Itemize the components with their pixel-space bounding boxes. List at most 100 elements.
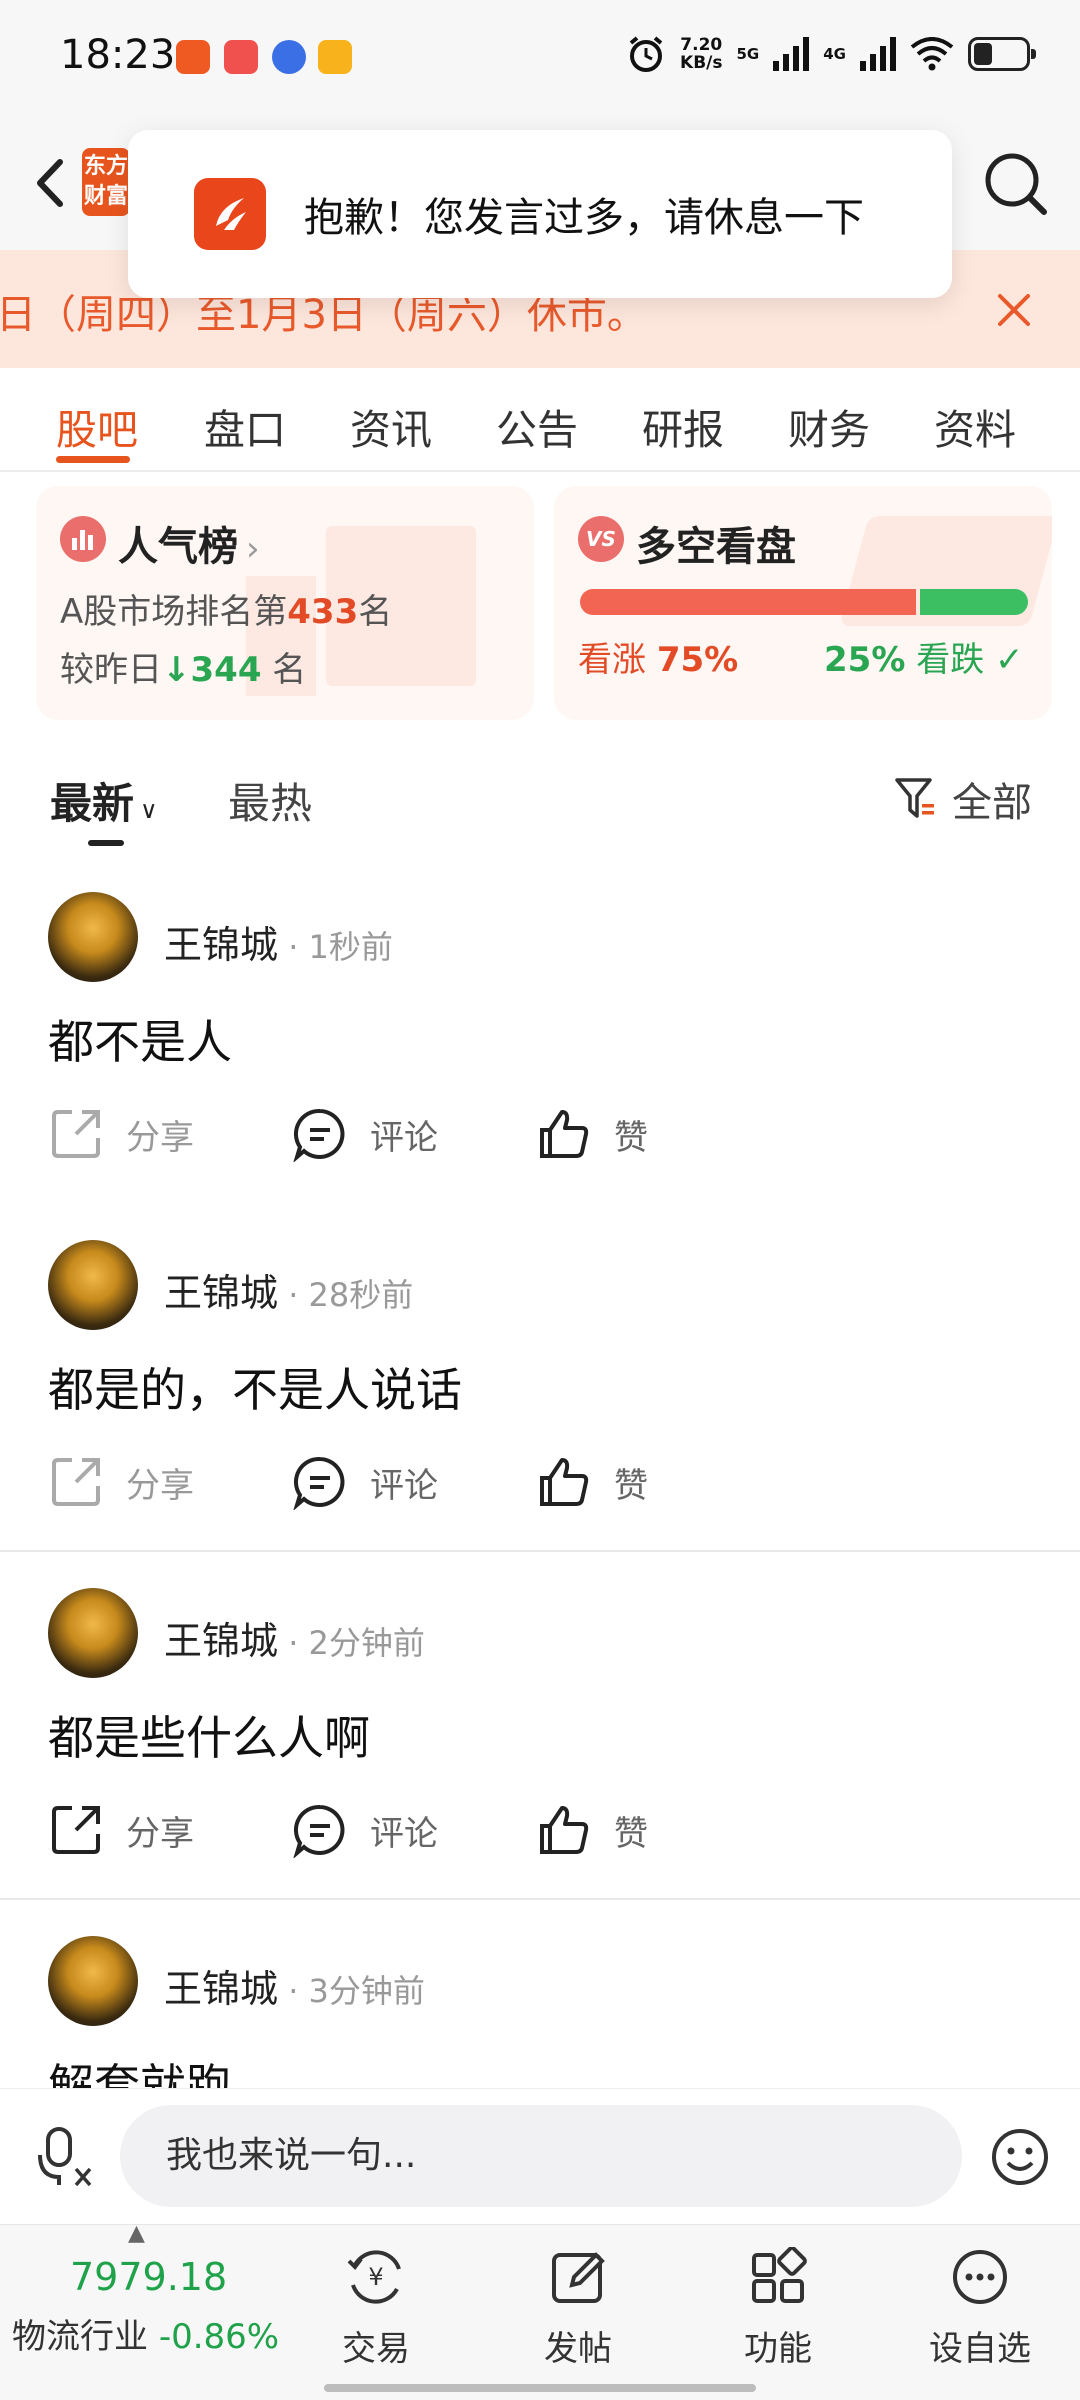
avatar[interactable] — [48, 1240, 138, 1330]
emoji-icon[interactable] — [990, 2127, 1050, 2187]
back-arrow-icon[interactable] — [22, 148, 82, 218]
popularity-card[interactable]: 人气榜 › A股市场排名第433名 较昨日↓344 名 — [36, 486, 534, 720]
tab-finance[interactable]: 财务 — [788, 396, 870, 456]
chevron-down-icon: ∨ — [140, 796, 158, 824]
vs-icon: VS — [578, 516, 624, 562]
share-button[interactable]: 分享 — [48, 1454, 194, 1510]
like-button[interactable]: 赞 — [536, 1802, 648, 1858]
rank-change-line: 较昨日↓344 名 — [60, 650, 307, 690]
status-time: 18:23 — [60, 32, 176, 78]
comment-input[interactable]: 我也来说一句... — [120, 2105, 962, 2207]
post-item[interactable]: 王锦城 · 3分钟前 解套就跑 — [0, 1924, 1080, 2088]
home-indicator[interactable] — [324, 2384, 756, 2392]
post-item[interactable]: 王锦城 · 28秒前 都是的，不是人说话 分享 评论 赞 — [0, 1228, 1080, 1548]
alarm-icon — [629, 36, 663, 72]
market-rank-line: A股市场排名第433名 — [60, 592, 393, 632]
app-notification-icon — [224, 40, 258, 74]
post-item[interactable]: 王锦城 · 2分钟前 都是些什么人啊 分享 评论 赞 — [0, 1576, 1080, 1896]
sort-newest[interactable]: 最新 ∨ — [50, 770, 158, 831]
post-author[interactable]: 王锦城 · 1秒前 — [164, 914, 393, 969]
tab-announcements[interactable]: 公告 — [496, 396, 578, 456]
rank-change-value: 344 — [190, 650, 262, 690]
bullish-bar — [580, 589, 916, 615]
toast-message: 抱歉！您发言过多，请休息一下 — [304, 195, 864, 241]
section-tabs: 股吧 盘口 资讯 公告 研报 财务 资料 — [0, 368, 1080, 472]
active-tab-indicator — [56, 456, 130, 463]
filter-icon — [895, 778, 934, 818]
comment-button[interactable]: 评论 — [292, 1106, 438, 1162]
avatar[interactable] — [48, 1936, 138, 2026]
ranking-icon — [60, 516, 106, 562]
post-item[interactable]: 王锦城 · 1秒前 都不是人 分享 评论 赞 — [0, 880, 1080, 1200]
avatar[interactable] — [48, 892, 138, 982]
like-button[interactable]: 赞 — [536, 1454, 648, 1510]
battery-icon — [968, 37, 1036, 71]
comment-icon — [293, 1108, 345, 1162]
compose-icon — [552, 2252, 605, 2303]
baidu-notification-icon — [272, 40, 306, 74]
nav-post[interactable]: 发帖 — [508, 2247, 648, 2370]
thumbs-up-icon — [540, 1806, 589, 1854]
industry-change: 物流行业 -0.86% — [12, 2317, 280, 2357]
post-actions: 分享 评论 赞 — [48, 1106, 748, 1176]
tab-guba[interactable]: 股吧 — [56, 396, 138, 456]
nav-trade[interactable]: ¥ 交易 — [306, 2247, 446, 2370]
post-content[interactable]: 都是的，不是人说话 — [48, 1354, 462, 1420]
share-button[interactable]: 分享 — [48, 1106, 194, 1162]
tab-profile[interactable]: 资料 — [934, 396, 1016, 456]
voice-input-icon[interactable] — [36, 2125, 96, 2189]
arrow-down-icon: ↓ — [162, 650, 191, 690]
bearish-label: 25% 看跌 ✓ — [824, 640, 1024, 680]
post-author[interactable]: 王锦城 · 28秒前 — [164, 1262, 413, 1317]
post-content[interactable]: 解套就跑 — [48, 2050, 232, 2088]
trade-icon: ¥ — [347, 2250, 401, 2304]
sort-hottest[interactable]: 最热 — [228, 770, 312, 831]
signal-icon — [773, 37, 810, 71]
grid-icon — [752, 2247, 807, 2303]
sort-row: 最新 ∨ 最热 全部 — [0, 740, 1080, 860]
tab-pankou[interactable]: 盘口 — [204, 396, 286, 456]
close-icon[interactable] — [994, 290, 1034, 330]
comment-button[interactable]: 评论 — [292, 1802, 438, 1858]
signal-5g-label: 5G — [736, 45, 760, 63]
popularity-title: 人气榜 › — [118, 524, 260, 570]
nav-functions[interactable]: 功能 — [708, 2247, 848, 2370]
comment-button[interactable]: 评论 — [292, 1454, 438, 1510]
post-author[interactable]: 王锦城 · 2分钟前 — [164, 1610, 425, 1665]
status-bar: 18:23 7.20 KB/s 5G 4G — [0, 0, 1080, 118]
share-icon — [52, 1458, 100, 1506]
wifi-icon — [910, 37, 954, 71]
status-indicators: 7.20 KB/s 5G 4G — [626, 34, 1036, 74]
post-time: 1秒前 — [308, 928, 393, 966]
share-icon — [52, 1110, 100, 1158]
bearish-bar — [920, 589, 1028, 615]
post-actions: 分享 评论 赞 — [48, 1802, 748, 1872]
signal-4g-label: 4G — [823, 45, 846, 63]
rank-value: 433 — [287, 592, 359, 632]
tab-news[interactable]: 资讯 — [350, 396, 432, 456]
post-content[interactable]: 都不是人 — [48, 1006, 232, 1072]
thumbs-up-icon — [540, 1458, 589, 1506]
share-button[interactable]: 分享 — [48, 1802, 194, 1858]
network-speed: 7.20 KB/s — [680, 35, 723, 73]
post-time: 3分钟前 — [308, 1972, 425, 2010]
post-actions: 分享 评论 赞 — [48, 1454, 748, 1524]
like-button[interactable]: 赞 — [536, 1106, 648, 1162]
comment-icon — [293, 1804, 345, 1858]
post-author[interactable]: 王锦城 · 3分钟前 — [164, 1958, 425, 2013]
post-content[interactable]: 都是些什么人啊 — [48, 1702, 370, 1768]
filter-button[interactable]: 全部 — [894, 770, 1032, 828]
sentiment-card[interactable]: VS 多空看盘 看涨 75% 25% 看跌 ✓ — [554, 486, 1052, 720]
sort-indicator — [88, 840, 124, 846]
chevron-right-icon: › — [246, 529, 260, 569]
nav-add-watchlist[interactable]: 设自选 — [910, 2247, 1050, 2370]
app-logo[interactable]: 东方 财富 — [82, 148, 130, 216]
avatar[interactable] — [48, 1588, 138, 1678]
comment-icon — [293, 1456, 345, 1510]
app-notification-icon — [318, 40, 352, 74]
post-divider — [0, 1550, 1080, 1552]
search-icon[interactable] — [980, 148, 1052, 220]
sentiment-title: 多空看盘 — [636, 524, 796, 570]
svg-text:¥: ¥ — [368, 2263, 383, 2291]
tab-research[interactable]: 研报 — [642, 396, 724, 456]
